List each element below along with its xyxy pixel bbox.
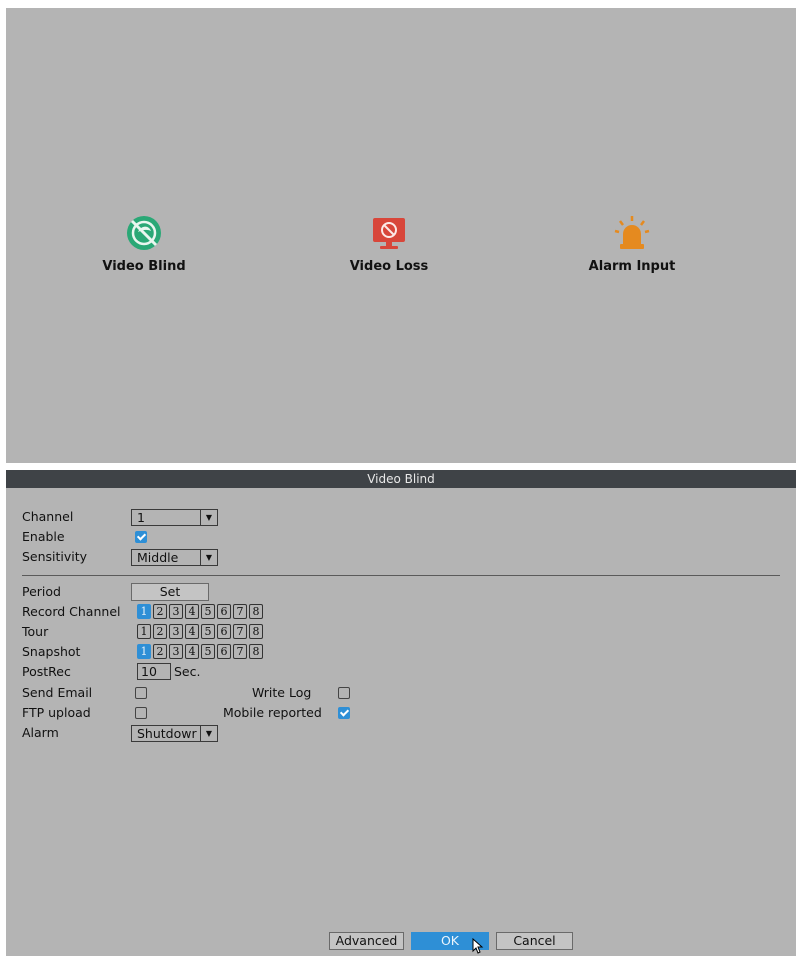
video-loss-icon: [373, 218, 405, 249]
postrec-row: PostRec Sec.: [22, 663, 322, 681]
period-set-button[interactable]: Set: [131, 583, 209, 601]
snapshot-channel-5[interactable]: 5: [201, 644, 215, 659]
video-blind-option[interactable]: Video Blind: [64, 213, 224, 274]
record-channel-1[interactable]: 1: [137, 604, 151, 619]
channel-select[interactable]: 1 ▼: [131, 509, 218, 526]
mobile-reported-label: Mobile reported: [223, 705, 322, 720]
record-channel-5[interactable]: 5: [201, 604, 215, 619]
tour-channel-4[interactable]: 4: [185, 624, 199, 639]
video-loss-label: Video Loss: [349, 259, 429, 274]
sensitivity-select[interactable]: Middle ▼: [131, 549, 218, 566]
video-blind-dialog: Video Blind Channel 1 ▼ Enable Sensitivi…: [6, 470, 796, 956]
tour-channel-3[interactable]: 3: [169, 624, 183, 639]
enable-label: Enable: [22, 529, 65, 544]
snapshot-channel-group: 12345678: [137, 644, 263, 660]
record-channel-2[interactable]: 2: [153, 604, 167, 619]
record-channel-group: 12345678: [137, 604, 263, 620]
cancel-button[interactable]: Cancel: [496, 932, 573, 950]
record-channel-label: Record Channel: [22, 604, 121, 619]
ftp-upload-label: FTP upload: [22, 705, 91, 720]
alarm-input-label: Alarm Input: [588, 259, 676, 274]
alarm-row: Alarm Shutdowr ▼: [22, 724, 322, 742]
tour-channel-7[interactable]: 7: [233, 624, 247, 639]
sensitivity-value: Middle: [137, 550, 179, 565]
period-row: Period Set: [22, 583, 322, 601]
snapshot-channel-7[interactable]: 7: [233, 644, 247, 659]
tour-row: Tour 12345678: [22, 623, 322, 641]
write-log-checkbox[interactable]: [338, 687, 350, 699]
record-channel-8[interactable]: 8: [249, 604, 263, 619]
send-email-row: Send Email Write Log: [22, 684, 422, 702]
channel-row: Channel 1 ▼: [22, 508, 322, 526]
alarm-label: Alarm: [22, 725, 59, 740]
tour-channel-6[interactable]: 6: [217, 624, 231, 639]
tour-channel-1[interactable]: 1: [137, 624, 151, 639]
alarm-light-icon: [614, 216, 650, 249]
period-label: Period: [22, 584, 61, 599]
snapshot-channel-4[interactable]: 4: [185, 644, 199, 659]
video-blind-icon: [127, 216, 161, 250]
mobile-reported-checkbox[interactable]: [338, 707, 350, 719]
mouse-pointer-icon: [472, 938, 484, 954]
postrec-label: PostRec: [22, 664, 71, 679]
snapshot-channel-2[interactable]: 2: [153, 644, 167, 659]
alarm-value: Shutdowr: [137, 726, 197, 741]
advanced-button[interactable]: Advanced: [329, 932, 404, 950]
tour-channel-group: 12345678: [137, 624, 263, 640]
snapshot-channel-8[interactable]: 8: [249, 644, 263, 659]
enable-checkbox[interactable]: [135, 531, 147, 543]
channel-value: 1: [137, 510, 145, 525]
tour-channel-2[interactable]: 2: [153, 624, 167, 639]
record-channel-row: Record Channel 12345678: [22, 603, 322, 621]
postrec-input[interactable]: [137, 663, 171, 680]
sensitivity-row: Sensitivity Middle ▼: [22, 548, 322, 566]
dialog-title: Video Blind: [6, 470, 796, 488]
chevron-down-icon: ▼: [200, 510, 217, 525]
snapshot-channel-6[interactable]: 6: [217, 644, 231, 659]
alarm-type-panel: Video Blind Video Loss Alarm Input: [6, 8, 796, 463]
tour-channel-5[interactable]: 5: [201, 624, 215, 639]
write-log-label: Write Log: [252, 685, 312, 700]
alarm-input-option[interactable]: Alarm Input: [552, 213, 712, 274]
send-email-checkbox[interactable]: [135, 687, 147, 699]
ftp-upload-checkbox[interactable]: [135, 707, 147, 719]
enable-row: Enable: [22, 528, 322, 546]
video-loss-option[interactable]: Video Loss: [309, 213, 469, 274]
record-channel-6[interactable]: 6: [217, 604, 231, 619]
record-channel-7[interactable]: 7: [233, 604, 247, 619]
send-email-label: Send Email: [22, 685, 93, 700]
snapshot-row: Snapshot 12345678: [22, 643, 322, 661]
video-blind-label: Video Blind: [102, 259, 186, 274]
snapshot-label: Snapshot: [22, 644, 81, 659]
section-divider: [22, 575, 780, 576]
tour-label: Tour: [22, 624, 49, 639]
record-channel-3[interactable]: 3: [169, 604, 183, 619]
sensitivity-label: Sensitivity: [22, 549, 88, 564]
channel-label: Channel: [22, 509, 74, 524]
chevron-down-icon: ▼: [200, 726, 217, 741]
record-channel-4[interactable]: 4: [185, 604, 199, 619]
tour-channel-8[interactable]: 8: [249, 624, 263, 639]
alarm-select[interactable]: Shutdowr ▼: [131, 725, 218, 742]
snapshot-channel-3[interactable]: 3: [169, 644, 183, 659]
snapshot-channel-1[interactable]: 1: [137, 644, 151, 659]
chevron-down-icon: ▼: [200, 550, 217, 565]
postrec-unit: Sec.: [174, 664, 201, 679]
ftp-upload-row: FTP upload Mobile reported: [22, 704, 422, 722]
